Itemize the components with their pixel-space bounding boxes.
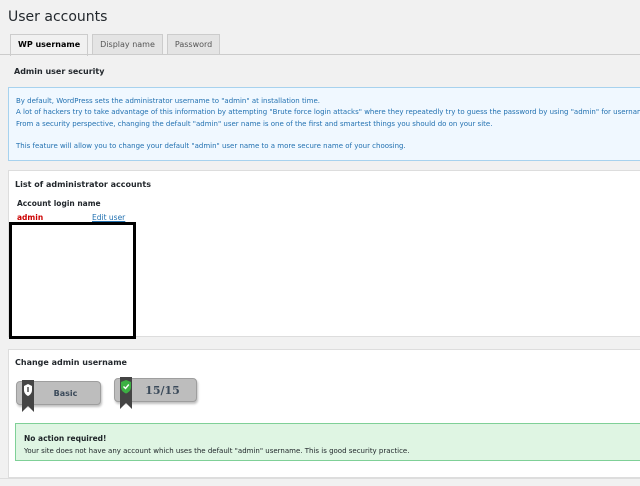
security-level-label: Basic (53, 389, 78, 398)
info-line-4: This feature will allow you to change yo… (16, 142, 406, 151)
admin-accounts-title: List of administrator accounts (15, 180, 151, 189)
security-score-label: 15/15 (145, 384, 180, 397)
success-title: No action required! (24, 434, 107, 443)
info-box: By default, WordPress sets the administr… (8, 87, 640, 161)
info-line-3: From a security perspective, changing th… (16, 119, 493, 128)
section-heading-admin-user-security: Admin user security (14, 67, 105, 76)
tab-password[interactable]: Password (166, 34, 221, 55)
tab-display-name[interactable]: Display name (92, 34, 163, 55)
tab-bar: WP username Display name Password (10, 34, 221, 56)
security-score-badge: 15/15 (114, 377, 197, 409)
page-title: User accounts (8, 9, 108, 25)
bottom-divider (0, 478, 640, 479)
info-line-1: By default, WordPress sets the administr… (16, 97, 320, 105)
redacted-area (9, 222, 136, 339)
change-username-title: Change admin username (15, 358, 127, 367)
success-text: Your site does not have any account whic… (24, 447, 410, 455)
tabs-divider (0, 54, 640, 55)
account-login-header: Account login name (17, 199, 101, 208)
success-notice: No action required! Your site does not h… (15, 423, 640, 461)
edit-user-link[interactable]: Edit user (92, 213, 125, 222)
security-level-badge: Basic (16, 380, 101, 412)
admin-login-name: admin (17, 213, 44, 222)
info-line-2: A lot of hackers try to take advantage o… (16, 108, 640, 117)
tab-wp-username[interactable]: WP username (10, 34, 89, 56)
